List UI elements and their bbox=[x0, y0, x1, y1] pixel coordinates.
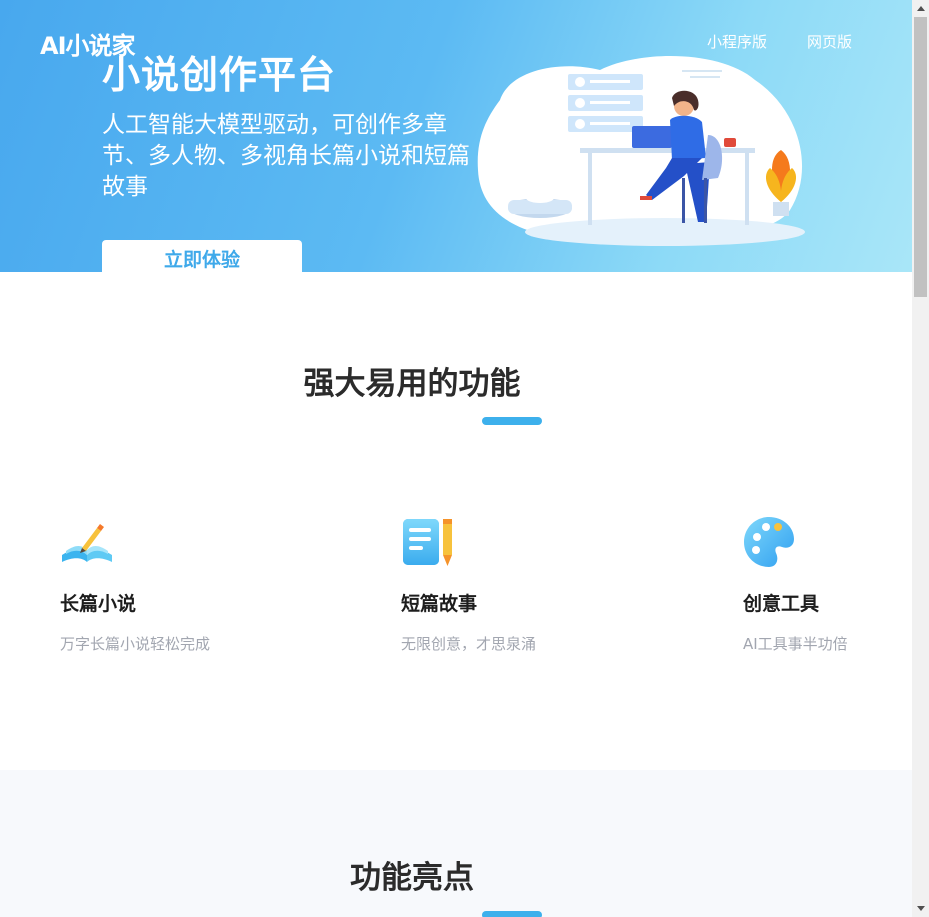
vertical-scrollbar[interactable] bbox=[912, 0, 929, 917]
book-pen-icon bbox=[62, 524, 112, 562]
feature-desc: AI工具事半功倍 bbox=[743, 635, 848, 653]
highlights-title-underline bbox=[482, 911, 542, 917]
features-title-underline bbox=[482, 417, 542, 425]
hero-banner: AI小说家 小程序版 网页版 小说创作平台 人工智能大模型驱动，可创作多章节、多… bbox=[0, 0, 912, 272]
feature-name: 创意工具 bbox=[743, 593, 820, 615]
highlights-title: 功能亮点 bbox=[350, 860, 474, 896]
checklist-cards bbox=[568, 74, 643, 132]
feature-item-novel[interactable]: 长篇小说 万字长篇小说轻松完成 bbox=[60, 515, 300, 653]
hero-subtitle: 人工智能大模型驱动，可创作多章节、多人物、多视角长篇小说和短篇故事 bbox=[102, 112, 470, 200]
scrollbar-thumb[interactable] bbox=[914, 17, 927, 297]
scroll-down-arrow-icon[interactable] bbox=[912, 900, 929, 917]
palette-icon bbox=[744, 517, 794, 567]
feature-name: 短篇故事 bbox=[401, 593, 478, 615]
feature-item-creative-tools[interactable]: 创意工具 AI工具事半功倍 bbox=[743, 515, 912, 653]
feature-desc: 无限创意，才思泉涌 bbox=[401, 635, 537, 653]
hero-title: 小说创作平台 bbox=[102, 53, 337, 97]
page: AI小说家 小程序版 网页版 小说创作平台 人工智能大模型驱动，可创作多章节、多… bbox=[0, 0, 912, 917]
notepad-pencil-icon bbox=[403, 519, 452, 566]
highlights-section: 功能亮点 bbox=[0, 770, 912, 917]
feature-item-short-story[interactable]: 短篇故事 无限创意，才思泉涌 bbox=[401, 515, 641, 653]
features-title: 强大易用的功能 bbox=[303, 366, 521, 402]
writer-at-desk-illustration bbox=[477, 56, 805, 246]
feature-desc: 万字长篇小说轻松完成 bbox=[60, 635, 211, 653]
try-now-button[interactable]: 立即体验 bbox=[102, 240, 302, 272]
feature-name: 长篇小说 bbox=[60, 593, 137, 615]
scroll-up-arrow-icon[interactable] bbox=[912, 0, 929, 17]
